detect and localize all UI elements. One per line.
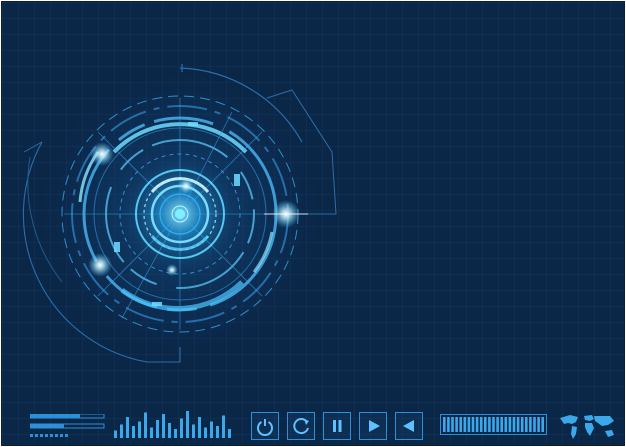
progress-segment (496, 417, 499, 432)
control-toolbar (2, 402, 624, 445)
play-button[interactable] (359, 412, 387, 440)
progress-segment (529, 417, 532, 432)
progress-segment (463, 417, 467, 432)
progress-segment (447, 417, 450, 432)
progress-segment (516, 417, 520, 432)
equalizer-bar (174, 429, 177, 438)
progress-segment (443, 417, 446, 432)
progress-segment (512, 417, 516, 432)
equalizer-bar (222, 415, 225, 438)
progress-segment (520, 417, 524, 432)
equalizer-bar (168, 423, 171, 438)
play-icon (369, 420, 380, 432)
equalizer-bar (198, 417, 201, 438)
progress-segment (484, 417, 487, 432)
progress-segment (479, 417, 483, 432)
progress-segment (537, 417, 540, 432)
progress-segment (533, 417, 536, 432)
progress-segment (500, 417, 503, 432)
back-icon (403, 420, 414, 432)
equalizer-bar (144, 412, 147, 438)
progress-segment (455, 417, 458, 432)
progress-segment (504, 417, 508, 432)
equalizer-bar (216, 426, 219, 438)
equalizer-bar (162, 414, 165, 438)
progress-segment (467, 417, 471, 432)
progress-segment (541, 417, 544, 432)
equalizer-bar (114, 430, 117, 438)
pause-icon (333, 420, 342, 432)
progress-segment (525, 417, 528, 432)
progress-segment (451, 417, 454, 432)
segmented-progress-icon (440, 414, 547, 435)
power-button[interactable] (251, 412, 279, 440)
progress-segment (492, 417, 495, 432)
equalizer-bar (120, 424, 123, 438)
refresh-icon (293, 418, 309, 435)
equalizer-bar (228, 429, 231, 438)
equalizer-bar (156, 420, 159, 438)
progress-segment (475, 417, 479, 432)
equalizer-bar (150, 427, 153, 438)
equalizer-bar (180, 418, 183, 438)
equalizer-bar (192, 424, 195, 438)
progress-segment (459, 417, 462, 432)
radar-target-icon (22, 64, 337, 364)
equalizer-bar (138, 421, 141, 438)
equalizer-bar (132, 426, 135, 438)
progress-segment (508, 417, 512, 432)
equalizer-bar (210, 421, 213, 438)
pause-button[interactable] (323, 412, 351, 440)
world-map-icon (560, 415, 614, 439)
equalizer-bar (204, 427, 207, 438)
back-button[interactable] (395, 412, 423, 440)
refresh-button[interactable] (287, 412, 315, 440)
equalizer-bar (186, 411, 189, 438)
equalizer-bar (126, 417, 129, 438)
progress-segment (488, 417, 491, 432)
hud-screen (1, 1, 625, 446)
equalizer-icon (114, 411, 231, 438)
progress-segment (471, 417, 475, 432)
power-icon (257, 419, 273, 436)
level-bar-icon[interactable] (30, 414, 108, 440)
